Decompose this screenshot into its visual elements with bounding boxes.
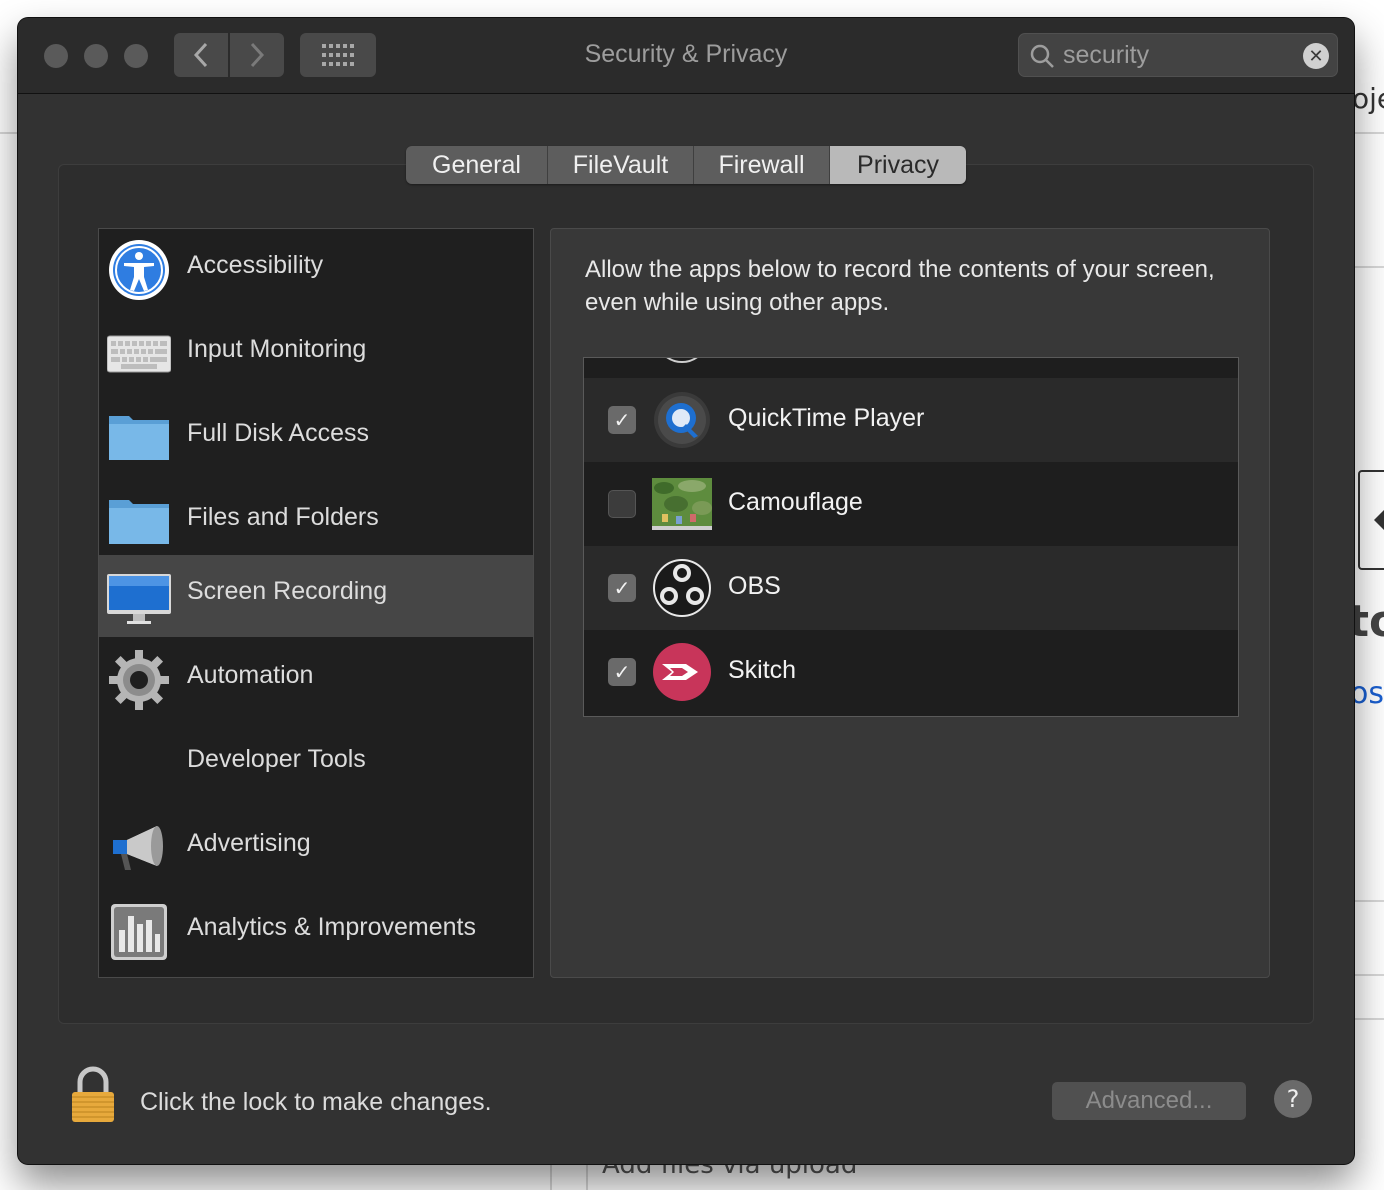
sidebar-item-advertising[interactable]: Advertising <box>99 807 533 889</box>
advanced-button[interactable]: Advanced... <box>1052 1082 1246 1120</box>
lock-icon[interactable] <box>68 1066 118 1126</box>
megaphone-icon <box>113 826 163 870</box>
app-name: QuickTime Player <box>728 404 925 432</box>
app-name: Camouflage <box>728 488 863 516</box>
sidebar-item-analytics[interactable]: Analytics & Improvements <box>99 891 533 973</box>
screen-recording-pane: Allow the apps below to record the conte… <box>550 228 1270 978</box>
app-checkbox[interactable]: ✓ <box>608 574 636 602</box>
sidebar-item-accessibility[interactable]: Accessibility <box>99 229 533 311</box>
tab-privacy[interactable]: Privacy <box>830 146 966 184</box>
folder-icon <box>109 416 169 460</box>
sidebar-item-label: Advertising <box>187 829 311 857</box>
sidebar-item-label: Screen Recording <box>187 577 388 605</box>
sidebar-item-label: Full Disk Access <box>187 419 369 447</box>
app-name: Skitch <box>728 656 797 684</box>
sidebar-item-label: Files and Folders <box>187 503 379 531</box>
folder-icon <box>109 500 169 544</box>
quicktime-icon <box>654 392 710 448</box>
list-item[interactable]: ✓ Skitch <box>584 630 1238 714</box>
monitor-icon <box>107 574 171 624</box>
sidebar-item-developer-tools[interactable]: Developer Tools <box>99 723 533 805</box>
sidebar-item-automation[interactable]: Automation <box>99 639 533 721</box>
gear-icon <box>109 650 169 710</box>
bg-divider <box>1354 266 1384 268</box>
bg-divider <box>586 1164 588 1190</box>
bg-panel-edge <box>1358 470 1384 570</box>
app-list[interactable]: ✓ QuickTime Player Camouflage ✓ OBS ✓ Sk… <box>583 357 1239 717</box>
sidebar-item-label: Accessibility <box>187 251 324 279</box>
bg-partial-link[interactable]: os <box>1350 676 1384 711</box>
keyboard-icon <box>107 335 171 373</box>
app-name: OBS <box>728 572 781 600</box>
bg-partial-text: oje <box>1352 82 1384 115</box>
tab-firewall[interactable]: Firewall <box>694 146 830 184</box>
search-icon <box>1030 44 1054 68</box>
accessibility-icon <box>109 240 169 300</box>
titlebar: Security & Privacy ✕ <box>18 18 1354 94</box>
sidebar-item-label: Input Monitoring <box>187 335 367 363</box>
list-item[interactable]: ✓ OBS <box>584 546 1238 630</box>
app-checkbox[interactable]: ✓ <box>608 658 636 686</box>
tab-filevault[interactable]: FileVault <box>548 146 694 184</box>
list-item-partial <box>584 358 1238 378</box>
search-field[interactable]: ✕ <box>1018 33 1338 77</box>
sidebar-item-screen-recording[interactable]: Screen Recording <box>99 555 533 637</box>
app-icon <box>666 358 698 363</box>
security-privacy-window: Security & Privacy ✕ General FileVault F… <box>18 18 1354 1164</box>
sidebar-item-label: Developer Tools <box>187 745 366 773</box>
bg-divider <box>1354 974 1384 976</box>
bg-divider <box>1354 132 1384 134</box>
tab-general[interactable]: General <box>406 146 548 184</box>
skitch-icon <box>653 643 711 701</box>
sidebar-item-label: Analytics & Improvements <box>187 913 476 941</box>
bg-divider <box>1354 900 1384 902</box>
bg-divider <box>1354 1018 1384 1020</box>
clear-search-icon[interactable]: ✕ <box>1303 43 1329 69</box>
camouflage-icon <box>652 478 712 530</box>
sidebar-item-label: Automation <box>187 661 314 689</box>
chevron-left-icon <box>1374 508 1384 532</box>
app-checkbox[interactable] <box>608 490 636 518</box>
sidebar-item-full-disk-access[interactable]: Full Disk Access <box>99 397 533 479</box>
obs-icon <box>653 559 711 617</box>
app-checkbox[interactable]: ✓ <box>608 406 636 434</box>
list-item[interactable]: Camouflage <box>584 462 1238 546</box>
sidebar-item-files-and-folders[interactable]: Files and Folders <box>99 481 533 563</box>
bar-chart-icon <box>111 904 167 960</box>
help-button[interactable]: ? <box>1274 1080 1312 1118</box>
list-item[interactable]: ✓ QuickTime Player <box>584 378 1238 462</box>
privacy-category-list: Accessibility Input Monitoring Full Disk… <box>98 228 534 978</box>
tab-bar: General FileVault Firewall Privacy <box>406 146 966 184</box>
sidebar-item-input-monitoring[interactable]: Input Monitoring <box>99 313 533 395</box>
pane-description: Allow the apps below to record the conte… <box>585 256 1215 316</box>
search-input[interactable] <box>1063 40 1293 70</box>
bg-divider <box>0 132 18 134</box>
lock-instructions: Click the lock to make changes. <box>140 1088 492 1116</box>
bg-divider <box>550 1164 552 1190</box>
